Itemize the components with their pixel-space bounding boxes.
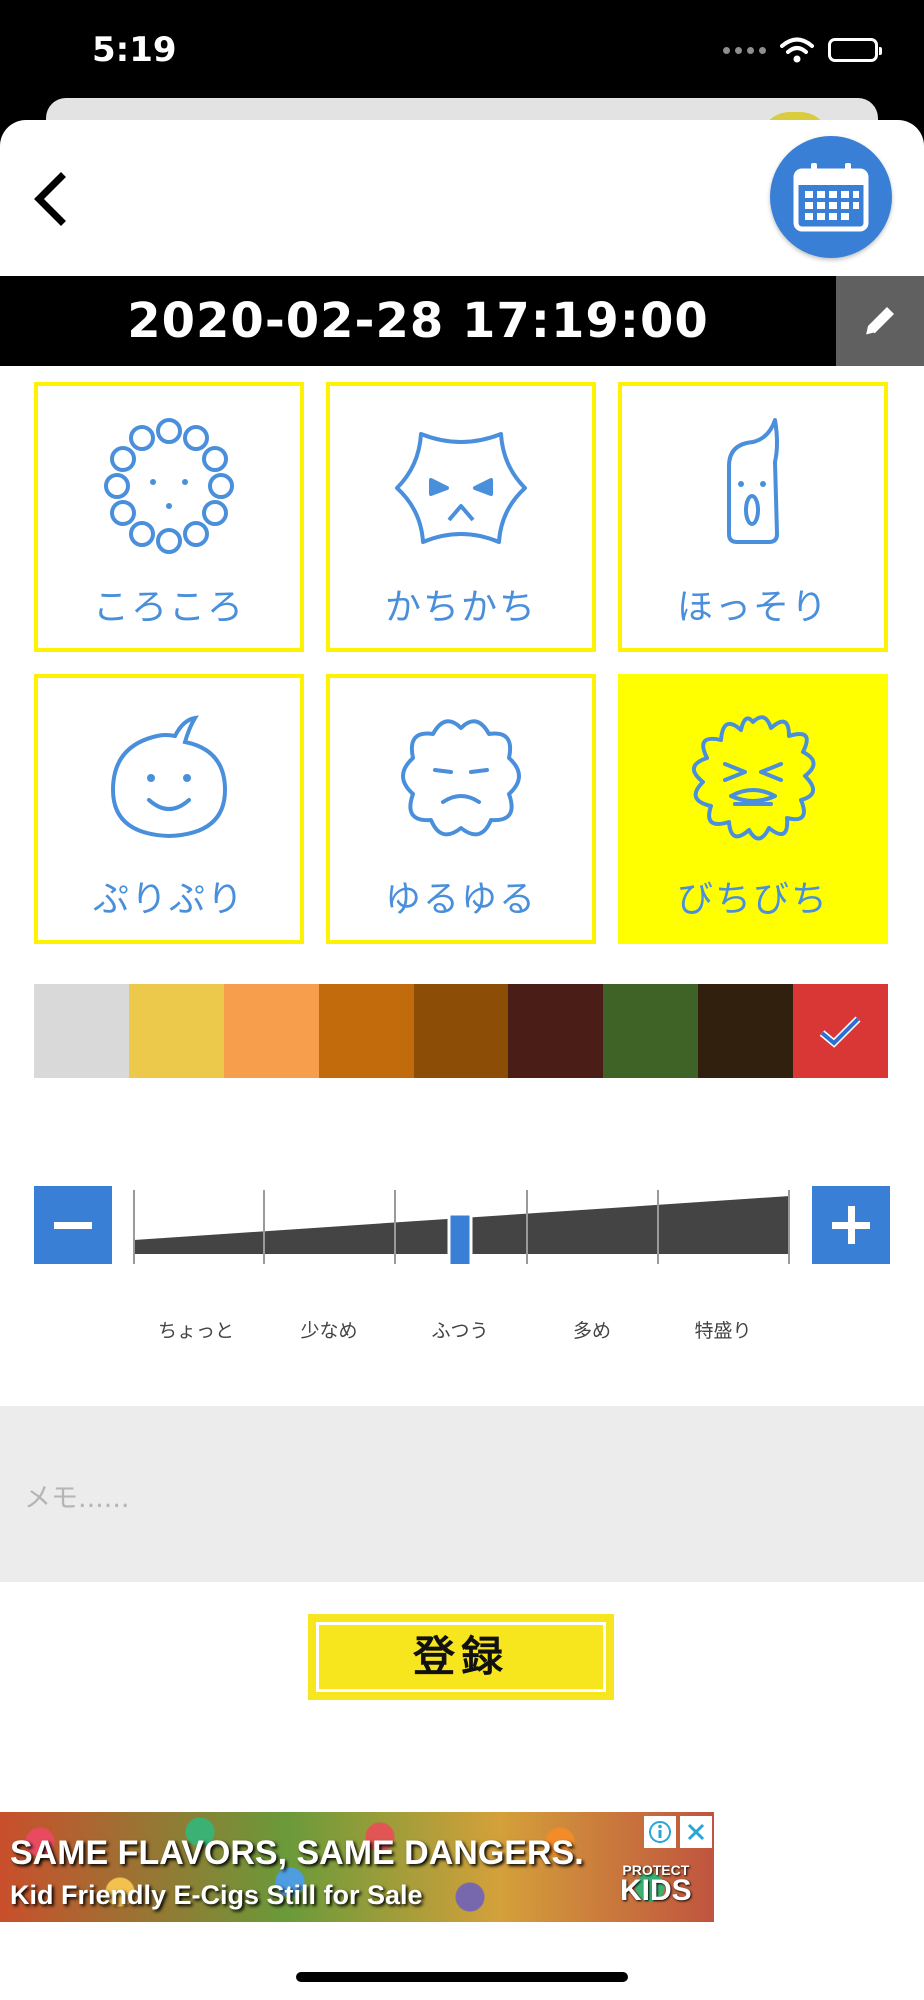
color-swatch[interactable] [508, 984, 604, 1078]
amount-label: ふつう [431, 1320, 489, 1342]
color-swatch[interactable] [413, 984, 509, 1078]
color-swatch[interactable] [223, 984, 319, 1078]
edit-datetime-button[interactable] [836, 276, 924, 366]
color-swatch[interactable] [698, 984, 794, 1078]
close-icon [687, 1823, 705, 1841]
calendar-icon [793, 163, 869, 232]
datetime-bar: 2020-02-28 17:19:00 [0, 276, 924, 366]
amount-slider[interactable] [132, 1188, 792, 1264]
amount-increase-button[interactable] [812, 1186, 890, 1264]
ad-close-button[interactable] [680, 1816, 712, 1848]
ad-banner[interactable]: SAME FLAVORS, SAME DANGERS. Kid Friendly… [0, 1812, 714, 1922]
kachikachi-icon [395, 432, 527, 544]
type-tile-bichibichi[interactable]: びちびち [618, 674, 888, 944]
yuruyuru-icon [401, 719, 521, 837]
calendar-button[interactable] [770, 136, 892, 258]
type-tile-korokoro[interactable]: ころころ [34, 382, 304, 652]
ad-brand: KIDS [620, 1874, 692, 1907]
status-icons [723, 34, 882, 66]
amount-decrease-button[interactable] [34, 1186, 112, 1264]
bichibichi-icon [692, 715, 816, 841]
color-swatch[interactable] [793, 984, 889, 1078]
amount-label: 少なめ [300, 1320, 358, 1342]
wifi-icon [780, 37, 814, 63]
type-label: ころころ [92, 587, 245, 628]
type-tile-hossori[interactable]: ほっそり [618, 382, 888, 652]
pencil-icon [865, 307, 894, 336]
record-sheet: 2020-02-28 17:19:00 ころころ かちかち ほっそり ぷりぷり … [0, 120, 924, 2000]
type-tile-puripuri[interactable]: ぷりぷり [34, 674, 304, 944]
amount-label: 多め [572, 1320, 611, 1342]
register-label: 登録 [412, 1632, 509, 1681]
color-swatch[interactable] [128, 984, 224, 1078]
amount-label: ちょっと [157, 1320, 234, 1342]
type-label: ぷりぷり [92, 879, 245, 920]
color-selector [34, 984, 889, 1078]
color-swatch[interactable] [603, 984, 699, 1078]
type-label: びちびち [676, 879, 829, 920]
type-label: ほっそり [676, 587, 829, 628]
amount-slider-knob[interactable] [447, 1212, 473, 1264]
battery-icon [828, 38, 882, 62]
type-label: かちかち [384, 587, 537, 628]
register-button[interactable]: 登録 [308, 1614, 614, 1700]
color-swatch[interactable] [318, 984, 414, 1078]
hossori-icon [727, 418, 779, 544]
korokoro-icon [104, 418, 234, 554]
datetime-value[interactable]: 2020-02-28 17:19:00 [0, 276, 836, 366]
puripuri-icon [110, 715, 228, 839]
back-button[interactable] [14, 164, 84, 234]
ad-brand-logo: PROTECT KIDS [620, 1862, 692, 1907]
check-icon [819, 1016, 861, 1048]
info-icon [649, 1821, 671, 1843]
home-indicator [296, 1972, 628, 1982]
amount-label: 特盛り [694, 1320, 752, 1342]
ad-info-button[interactable] [644, 1816, 676, 1848]
type-tile-kachikachi[interactable]: かちかち [326, 382, 596, 652]
ad-headline: SAME FLAVORS, SAME DANGERS. [10, 1834, 584, 1872]
type-label: ゆるゆる [384, 879, 537, 920]
ad-subline: Kid Friendly E-Cigs Still for Sale [10, 1880, 423, 1910]
signal-dots-icon [723, 46, 766, 54]
color-swatch[interactable] [34, 984, 129, 1078]
type-tile-yuruyuru[interactable]: ゆるゆる [326, 674, 596, 944]
status-time: 5:19 [92, 30, 177, 70]
memo-input[interactable] [0, 1406, 924, 1582]
chevron-left-icon [34, 172, 66, 226]
